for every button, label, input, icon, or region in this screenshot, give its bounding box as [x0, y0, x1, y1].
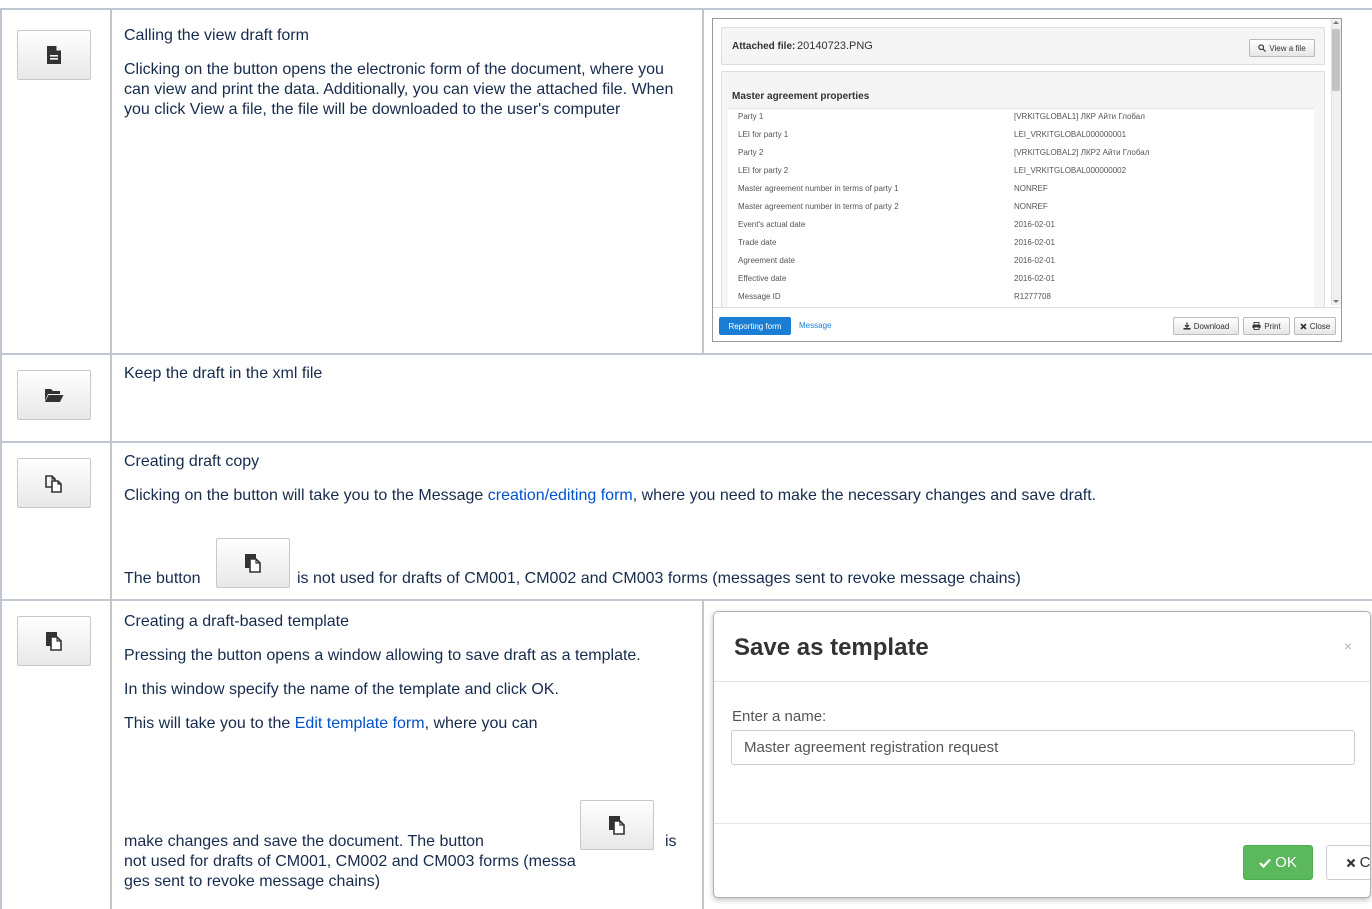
- view-draft-form-screenshot: Attached file: 20140723.PNG View a file …: [712, 18, 1342, 342]
- properties-panel: Master agreement properties Party 1 [VRKI…: [721, 71, 1325, 318]
- row-title: Keep the draft in the xml file: [124, 365, 323, 382]
- folder-open-icon: [45, 389, 64, 402]
- document-icon: [47, 46, 61, 64]
- attached-file-value: 20140723.PNG: [797, 40, 873, 52]
- close-button[interactable]: Close: [1294, 317, 1336, 335]
- search-icon: [1258, 44, 1267, 52]
- documentation-table: Calling the view draft form Clicking on …: [0, 0, 1372, 909]
- property-row: Message ID R1277708: [738, 292, 1051, 301]
- property-row: Agreement date 2016-02-01: [738, 256, 1055, 265]
- name-label: Enter a name:: [732, 708, 827, 725]
- tab-message[interactable]: Message: [799, 321, 831, 330]
- dialog-title: Save as template: [734, 634, 929, 661]
- row-title: Creating draft copy: [124, 453, 260, 470]
- print-icon: [1252, 322, 1261, 330]
- attached-file-panel: Attached file: 20140723.PNG View a file: [721, 27, 1325, 65]
- property-row: Master agreement number in terms of part…: [738, 202, 1048, 211]
- properties-title: Master agreement properties: [732, 91, 870, 102]
- inline-template-button: [580, 800, 654, 850]
- row-copy-draft-text: Creating draft copy Clicking on the butt…: [124, 452, 1364, 520]
- row-description: Clicking on the button opens the electro…: [124, 61, 674, 118]
- template-name-input[interactable]: Master agreement registration request: [731, 730, 1355, 765]
- creation-editing-form-link[interactable]: creation/editing form: [488, 487, 633, 504]
- inline-template-button: [216, 538, 290, 588]
- table-border: [110, 8, 112, 909]
- property-row: LEI for party 1 LEI_VRKITGLOBAL000000001: [738, 130, 1127, 139]
- row-description: Pressing the button opens a window allow…: [124, 647, 641, 664]
- scrollbar-thumb[interactable]: [1332, 29, 1340, 91]
- property-row: Event's actual date 2016-02-01: [738, 220, 1055, 229]
- close-icon: [1346, 858, 1355, 867]
- table-border: [702, 8, 704, 353]
- paste-template-icon: [609, 816, 625, 835]
- divider: [714, 823, 1370, 824]
- row-view-draft-text: Calling the view draft form Clicking on …: [124, 26, 694, 134]
- attached-file-label: Attached file:: [732, 41, 796, 52]
- ok-button[interactable]: OK: [1243, 845, 1313, 880]
- divider: [714, 681, 1370, 682]
- paste-template-icon: [245, 554, 261, 573]
- table-border: [0, 353, 1372, 355]
- property-row: Effective date 2016-02-01: [738, 274, 1055, 283]
- print-button[interactable]: Print: [1243, 317, 1290, 335]
- table-border: [0, 8, 1372, 10]
- properties-list: Party 1 [VRKITGLOBAL1] ЛКР Айти Глобал LE…: [728, 108, 1314, 318]
- table-border: [0, 8, 2, 909]
- row-description: Clicking on the button will take you to …: [124, 487, 1097, 504]
- property-row: LEI for party 2 LEI_VRKITGLOBAL000000002: [738, 166, 1127, 175]
- row-template-line: not used for drafts of CM001, CM002 and …: [124, 853, 576, 870]
- row-template-line: ges sent to revoke message chains): [124, 873, 381, 890]
- row-template-is: is: [665, 833, 677, 850]
- copy-icon: [45, 475, 62, 493]
- download-button[interactable]: Download: [1173, 317, 1239, 335]
- edit-template-form-link[interactable]: Edit template form: [295, 715, 425, 732]
- property-row: Party 2 [VRKITGLOBAL2] ЛКР2 Айти Глобал: [738, 148, 1150, 157]
- property-row: Trade date 2016-02-01: [738, 238, 1055, 247]
- note-suffix: is not used for drafts of CM001, CM002 a…: [297, 570, 1021, 587]
- download-icon: [1183, 322, 1191, 330]
- row-description: This will take you to the Edit template …: [124, 715, 538, 732]
- table-border: [702, 599, 704, 909]
- scroll-up-arrow-icon[interactable]: [1333, 21, 1339, 24]
- close-icon[interactable]: ×: [1344, 638, 1352, 654]
- tab-reporting-form[interactable]: Reporting form: [719, 317, 791, 335]
- view-file-label: View a file: [1269, 43, 1306, 53]
- copy-draft-button[interactable]: [17, 458, 91, 508]
- vertical-scrollbar[interactable]: [1331, 19, 1341, 305]
- save-as-template-dialog: Save as template × Enter a name: Master …: [713, 611, 1371, 898]
- cancel-button[interactable]: Cancel: [1326, 845, 1370, 880]
- note-prefix: The button: [124, 570, 201, 587]
- paste-template-icon: [46, 632, 62, 651]
- scroll-down-arrow-icon[interactable]: [1333, 300, 1339, 303]
- row-description: In this window specify the name of the t…: [124, 681, 559, 698]
- create-template-button[interactable]: [17, 616, 91, 666]
- row-title: Calling the view draft form: [124, 27, 309, 44]
- property-row: Party 1 [VRKITGLOBAL1] ЛКР Айти Глобал: [738, 112, 1145, 121]
- row-keep-draft-text: Keep the draft in the xml file: [124, 364, 1364, 398]
- property-row: Master agreement number in terms of part…: [738, 184, 1048, 193]
- close-icon: [1300, 322, 1307, 330]
- table-border: [0, 441, 1372, 443]
- view-file-button[interactable]: View a file: [1249, 39, 1315, 57]
- row-title: Creating a draft-based template: [124, 613, 350, 630]
- save-to-xml-button[interactable]: [17, 370, 91, 420]
- check-icon: [1259, 858, 1271, 868]
- row-template-text: Creating a draft-based template Pressing…: [124, 612, 692, 748]
- table-border: [0, 599, 1372, 601]
- view-draft-button[interactable]: [17, 30, 91, 80]
- form-footer: Reporting form Message Download Print Cl…: [713, 307, 1341, 341]
